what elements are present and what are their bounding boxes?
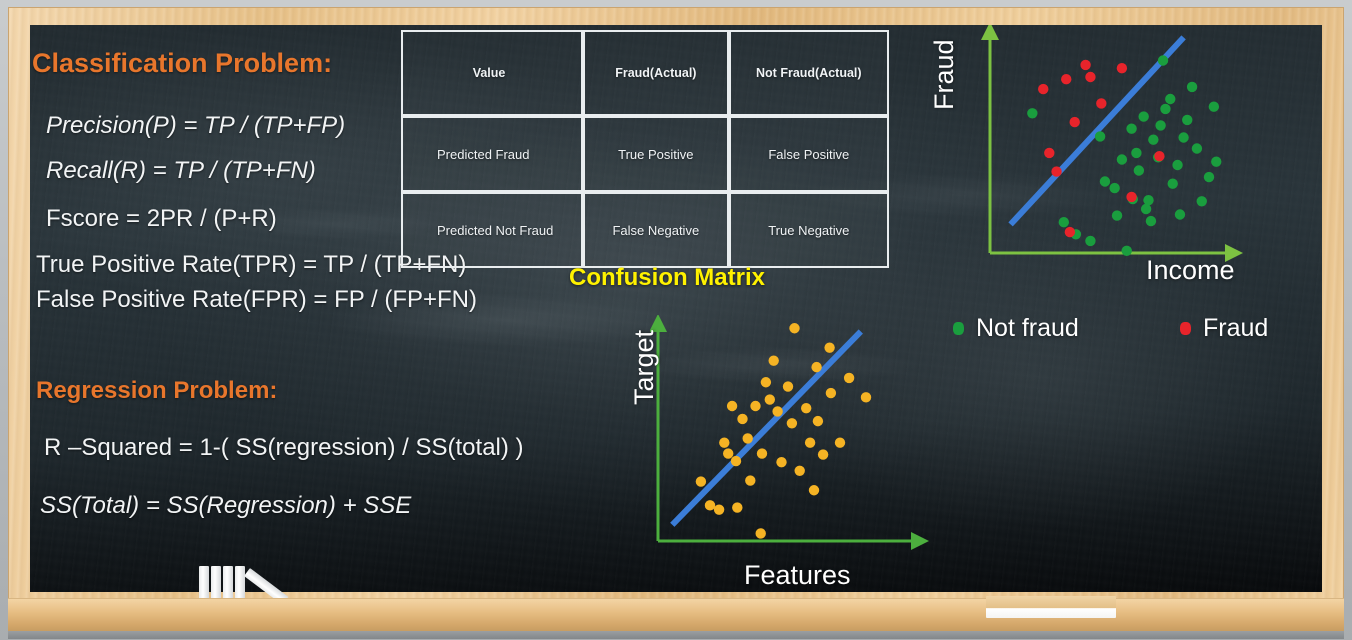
chalk-ledge bbox=[8, 598, 1344, 633]
formula-precision: Precision(P) = TP / (TP+FP) bbox=[46, 112, 346, 139]
formula-fpr: False Positive Rate(FPR) = FP / (FP+FN) bbox=[36, 286, 477, 313]
formula-recall: Recall(R) = TP / (TP+FN) bbox=[46, 157, 316, 184]
classification-ylabel: Fraud bbox=[929, 39, 959, 110]
legend-item-fraud: Fraud bbox=[1180, 314, 1268, 343]
cell-true-negative: True Negative bbox=[728, 192, 889, 268]
table-header-row: Value Fraud(Actual) Not Fraud(Actual) bbox=[401, 30, 889, 116]
regression-scatter-chart bbox=[649, 314, 930, 563]
row-label-predicted-not-fraud: Predicted Not Fraud bbox=[401, 192, 584, 268]
confusion-matrix-table: Value Fraud(Actual) Not Fraud(Actual) Pr… bbox=[401, 30, 889, 268]
formula-ss-total: SS(Total) = SS(Regression) + SSE bbox=[40, 492, 412, 519]
classification-problem-heading: Classification Problem: bbox=[32, 48, 333, 78]
formula-r-squared: R –Squared = 1-( SS(regression) / SS(tot… bbox=[44, 434, 524, 461]
classification-scatter-svg bbox=[981, 22, 1243, 262]
regression-ylabel: Target bbox=[629, 329, 659, 405]
cell-true-positive: True Positive bbox=[583, 116, 729, 192]
header-cell-value: Value bbox=[401, 30, 584, 116]
formula-fscore: Fscore = 2PR / (P+R) bbox=[46, 205, 277, 232]
header-cell-not-fraud-actual: Not Fraud(Actual) bbox=[728, 30, 889, 116]
regression-xlabel: Features bbox=[744, 560, 851, 590]
chart-legend: Not fraud Fraud bbox=[945, 312, 1285, 352]
table-row: Predicted Not Fraud False Negative True … bbox=[401, 192, 889, 268]
eraser bbox=[986, 596, 1116, 618]
slide-outer-frame: Classification Problem: Precision(P) = T… bbox=[0, 0, 1352, 640]
legend-item-not-fraud: Not fraud bbox=[953, 314, 1079, 343]
legend-label-fraud: Fraud bbox=[1203, 314, 1269, 342]
legend-dot-red bbox=[1180, 322, 1191, 335]
row-label-predicted-fraud: Predicted Fraud bbox=[401, 116, 584, 192]
regression-scatter-svg bbox=[649, 314, 929, 550]
table-row: Predicted Fraud True Positive False Posi… bbox=[401, 116, 889, 192]
legend-dot-green bbox=[953, 322, 964, 335]
classification-scatter-chart bbox=[960, 22, 1250, 270]
regression-problem-heading: Regression Problem: bbox=[36, 377, 278, 404]
legend-label-not-fraud: Not fraud bbox=[976, 314, 1079, 342]
classification-xlabel: Income bbox=[1146, 255, 1235, 285]
cell-false-negative: False Negative bbox=[583, 192, 729, 268]
confusion-matrix-caption: Confusion Matrix bbox=[569, 264, 765, 291]
cell-false-positive: False Positive bbox=[728, 116, 889, 192]
header-cell-fraud-actual: Fraud(Actual) bbox=[583, 30, 729, 116]
ledge-shadow bbox=[8, 631, 1344, 639]
